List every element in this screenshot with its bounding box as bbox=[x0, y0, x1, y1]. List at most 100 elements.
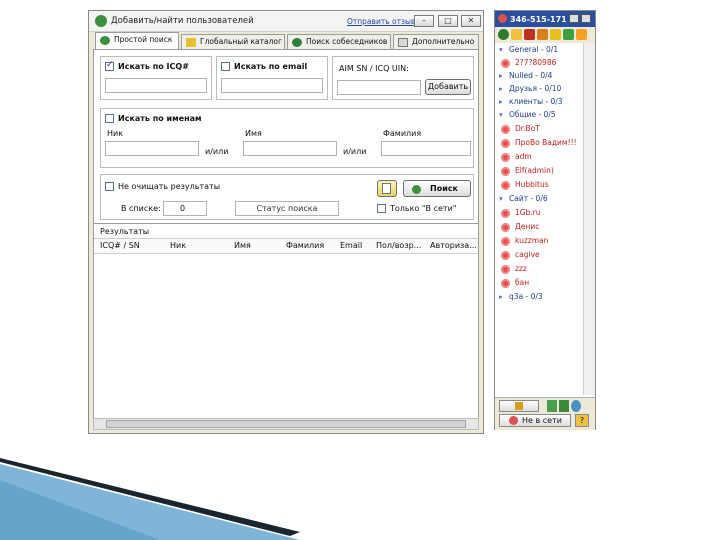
keep-results-label: Не очищать результаты bbox=[118, 182, 221, 191]
contact-item[interactable]: adm bbox=[501, 152, 532, 162]
offline-flower-icon bbox=[501, 58, 510, 68]
name-search-group: Искать по именам Ник Имя Фамилия и/или и… bbox=[100, 108, 474, 168]
close-button[interactable] bbox=[581, 14, 591, 23]
chevron-right-icon: ▸ bbox=[499, 71, 503, 80]
contact-item[interactable]: Elf(admin) bbox=[501, 166, 554, 176]
column-header-gender-age[interactable]: Пол/возр... bbox=[376, 241, 421, 250]
contact-list-window: 346-515-171 ▾ General - 0/1 2?7?80986 ▸ Nu… bbox=[494, 10, 596, 430]
contact-item[interactable]: 1Gb.ru bbox=[501, 208, 541, 218]
icq-search-group: Искать по ICQ# bbox=[100, 56, 212, 100]
document-icon bbox=[398, 38, 408, 47]
mail-icon[interactable] bbox=[511, 29, 522, 40]
flower-menu-icon[interactable] bbox=[498, 29, 509, 40]
alert-icon[interactable] bbox=[576, 29, 587, 40]
add-contact-button[interactable] bbox=[499, 400, 539, 412]
contact-name: zzz bbox=[515, 264, 527, 273]
contact-list-header: 346-515-171 bbox=[495, 11, 595, 27]
tab-label: Поиск собеседников bbox=[306, 37, 388, 46]
contact-list-scrollbar[interactable] bbox=[583, 43, 595, 395]
tab-find-chat-partners[interactable]: Поиск собеседников bbox=[287, 34, 391, 50]
group-friends[interactable]: ▸ Друзья - 0/10 bbox=[499, 84, 561, 93]
results-panel: Результаты ICQ# / SN Ник Имя Фамилия Ema… bbox=[93, 223, 479, 419]
options-icon[interactable] bbox=[547, 400, 557, 412]
email-input[interactable] bbox=[221, 78, 323, 93]
last-name-input[interactable] bbox=[381, 141, 471, 156]
column-header-nick[interactable]: Ник bbox=[170, 241, 186, 250]
search-by-icq-checkbox[interactable] bbox=[105, 60, 114, 71]
help-icon[interactable]: ? bbox=[575, 414, 589, 427]
contact-item[interactable]: Hubbitus bbox=[501, 180, 549, 190]
search-by-email-checkbox[interactable] bbox=[221, 62, 230, 71]
close-button[interactable]: ✕ bbox=[461, 15, 481, 27]
contact-name: cagive bbox=[515, 250, 540, 259]
apps-icon[interactable] bbox=[550, 29, 561, 40]
find-users-icon[interactable] bbox=[559, 400, 569, 412]
title-bar: Добавить/найти пользователей Отправить о… bbox=[89, 11, 483, 32]
first-name-input[interactable] bbox=[243, 141, 337, 156]
contact-name: Elf(admin) bbox=[515, 166, 554, 175]
search-options-group: Не очищать результаты В списке: 0 Статус… bbox=[100, 174, 474, 220]
column-header-icq[interactable]: ICQ# / SN bbox=[100, 241, 140, 250]
contact-item[interactable]: cagive bbox=[501, 250, 540, 260]
icq-number-input[interactable] bbox=[105, 78, 207, 93]
contact-name: kuzzman bbox=[515, 236, 549, 245]
contact-item[interactable]: 2?7?80986 bbox=[501, 58, 556, 68]
group-site[interactable]: ▾ Сайт - 0/6 bbox=[499, 194, 548, 203]
minimize-button[interactable] bbox=[569, 14, 579, 23]
keep-results-checkbox[interactable] bbox=[105, 182, 114, 191]
window-title: Добавить/найти пользователей bbox=[111, 16, 254, 26]
offline-flower-icon bbox=[501, 138, 510, 148]
column-header-first-name[interactable]: Имя bbox=[234, 241, 251, 250]
search-button[interactable]: Поиск bbox=[403, 180, 471, 197]
maximize-button[interactable]: □ bbox=[438, 15, 458, 27]
contact-item[interactable]: Dr.BoT bbox=[501, 124, 540, 134]
column-header-authorization[interactable]: Авториза... bbox=[430, 241, 477, 250]
offline-flower-icon bbox=[509, 416, 518, 425]
column-header-email[interactable]: Email bbox=[340, 241, 362, 250]
contact-item[interactable]: zzz bbox=[501, 264, 527, 274]
search-flower-icon bbox=[412, 185, 421, 194]
status-label: Не в сети bbox=[522, 416, 562, 425]
minimize-button[interactable]: – bbox=[414, 15, 434, 27]
contacts-icon[interactable] bbox=[563, 29, 574, 40]
status-button[interactable]: Не в сети bbox=[499, 414, 571, 427]
new-search-button[interactable] bbox=[377, 180, 397, 197]
horizontal-scrollbar[interactable] bbox=[93, 418, 479, 430]
group-general[interactable]: ▾ General - 0/1 bbox=[499, 45, 558, 54]
group-name: Nulled - 0/4 bbox=[509, 71, 553, 80]
search-status: Статус поиска bbox=[235, 201, 339, 216]
tab-advanced[interactable]: Дополнительно bbox=[393, 34, 479, 50]
games-icon[interactable] bbox=[524, 29, 535, 40]
info-icon[interactable] bbox=[571, 400, 581, 412]
add-button[interactable]: Добавить bbox=[425, 79, 471, 95]
group-nulled[interactable]: ▸ Nulled - 0/4 bbox=[499, 71, 552, 80]
offline-flower-icon bbox=[501, 250, 510, 260]
aim-sn-input[interactable] bbox=[337, 80, 421, 95]
contact-name: Dr.BoT bbox=[515, 124, 540, 133]
group-q3a[interactable]: ▸ q3a - 0/3 bbox=[499, 292, 543, 301]
contact-name: 1Gb.ru bbox=[515, 208, 541, 217]
scrollbar-thumb[interactable] bbox=[106, 420, 466, 428]
offline-flower-icon bbox=[501, 264, 510, 274]
send-feedback-link[interactable]: Отправить отзыв bbox=[347, 17, 415, 26]
contact-item[interactable]: бан bbox=[501, 278, 529, 288]
online-only-checkbox[interactable] bbox=[377, 204, 386, 213]
chevron-right-icon: ▸ bbox=[499, 84, 503, 93]
group-clients[interactable]: ▸ клиенты - 0/3 bbox=[499, 97, 563, 106]
column-header-last-name[interactable]: Фамилия bbox=[286, 241, 324, 250]
results-title: Результаты bbox=[100, 227, 150, 236]
search-by-names-checkbox[interactable] bbox=[105, 114, 114, 123]
contact-item[interactable]: ПроВо Вадим!!! bbox=[501, 138, 577, 148]
contact-name: бан bbox=[515, 278, 530, 287]
nick-input[interactable] bbox=[105, 141, 199, 156]
offline-flower-icon bbox=[501, 208, 510, 218]
radio-icon[interactable] bbox=[537, 29, 548, 40]
offline-flower-icon bbox=[501, 236, 510, 246]
icq-flower-icon bbox=[95, 15, 107, 27]
contact-item[interactable]: Денис bbox=[501, 222, 539, 232]
group-common[interactable]: ▾ Общие - 0/5 bbox=[499, 110, 556, 119]
contact-item[interactable]: kuzzman bbox=[501, 236, 548, 246]
group-name: q3a - 0/3 bbox=[509, 292, 543, 301]
tab-global-catalog[interactable]: Глобальный каталог bbox=[181, 34, 285, 50]
offline-flower-icon bbox=[501, 222, 510, 232]
